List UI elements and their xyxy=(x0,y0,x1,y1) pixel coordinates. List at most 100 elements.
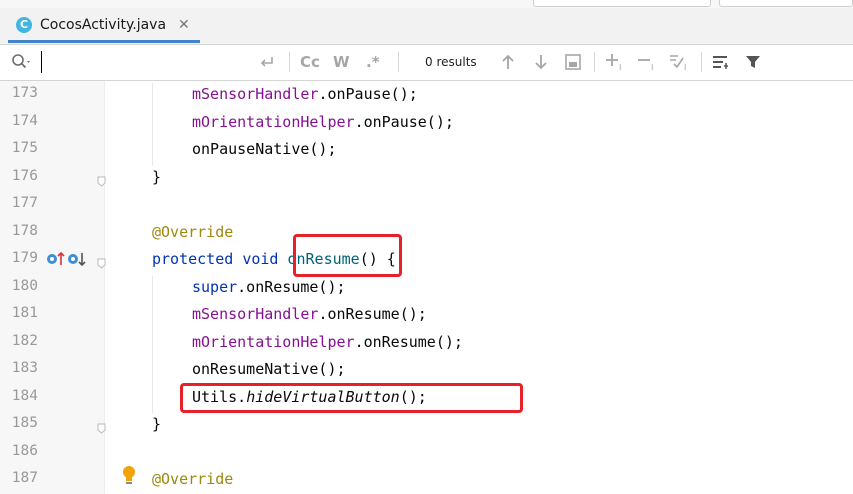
line-number: 185 xyxy=(11,415,38,431)
code-text: } xyxy=(152,415,161,433)
implements-up-icon[interactable] xyxy=(46,250,66,272)
fold-marker-icon[interactable] xyxy=(97,172,106,187)
code-line[interactable]: 178 @Override xyxy=(0,219,853,247)
code-text: super.onResume(); xyxy=(152,278,346,296)
code-line[interactable]: 182 mOrientationHelper.onResume(); xyxy=(0,329,853,357)
highlight-hidevirtualbutton-box xyxy=(180,383,523,413)
line-number: 177 xyxy=(11,195,38,211)
code-text: onPauseNative(); xyxy=(152,140,337,158)
code-line[interactable]: 183 onResumeNative(); xyxy=(0,356,853,384)
code-token: void xyxy=(242,250,279,268)
fold-marker-icon[interactable] xyxy=(97,419,106,434)
code-text: mSensorHandler.onPause(); xyxy=(152,85,418,103)
match-case-icon[interactable]: Cc xyxy=(300,51,320,73)
line-number: 178 xyxy=(11,222,38,239)
code-text: } xyxy=(152,168,161,186)
separator xyxy=(594,52,595,72)
indent-guide xyxy=(152,83,153,166)
code-token: .onResume(); xyxy=(354,332,463,351)
select-all-occurrences-icon[interactable]: I xyxy=(668,51,692,73)
search-icon[interactable] xyxy=(11,53,33,75)
indent-guide xyxy=(152,275,153,413)
code-text: @Override xyxy=(152,223,233,241)
tab-title: CocosActivity.java xyxy=(40,16,167,33)
add-occurrence-icon[interactable]: I xyxy=(604,51,628,73)
arrow-down-icon[interactable] xyxy=(533,51,549,73)
words-icon[interactable]: W xyxy=(333,51,350,73)
line-number: 175 xyxy=(11,140,38,156)
code-text: mOrientationHelper.onResume(); xyxy=(152,333,463,351)
new-line-icon[interactable] xyxy=(257,51,277,73)
line-number: 186 xyxy=(11,442,38,459)
code-token: .onPause(); xyxy=(318,85,418,103)
code-token: mOrientationHelper xyxy=(192,112,355,131)
line-number: 180 xyxy=(11,277,38,294)
line-number: 173 xyxy=(11,85,38,101)
arrow-up-icon[interactable] xyxy=(500,51,516,73)
code-token: super xyxy=(192,277,238,296)
code-text: onResumeNative(); xyxy=(152,360,346,378)
search-input[interactable] xyxy=(40,49,280,75)
code-line[interactable]: 186 xyxy=(0,439,853,467)
separator xyxy=(398,52,399,72)
highlight-onresume-box xyxy=(293,234,402,277)
filter-icon[interactable] xyxy=(744,51,762,73)
partial-tab[interactable] xyxy=(533,0,711,7)
separator xyxy=(701,52,702,72)
code-token: .onResume(); xyxy=(318,305,427,323)
separator xyxy=(289,52,290,72)
svg-text:I: I xyxy=(651,63,653,72)
code-line[interactable]: 175 onPauseNative(); xyxy=(0,136,853,164)
code-text: mSensorHandler.onResume(); xyxy=(152,305,427,323)
overridden-down-icon[interactable] xyxy=(67,250,87,272)
code-line[interactable]: 180 super.onResume(); xyxy=(0,274,853,302)
partial-tab[interactable] xyxy=(719,0,853,7)
code-line[interactable]: 174 mOrientationHelper.onPause(); xyxy=(0,109,853,137)
code-token: } xyxy=(152,167,162,186)
bulb-icon[interactable] xyxy=(122,465,136,489)
remove-occurrence-icon[interactable]: I xyxy=(636,51,660,73)
code-token: .onResume(); xyxy=(237,277,346,296)
code-line[interactable]: 181 mSensorHandler.onResume(); xyxy=(0,301,853,329)
code-editor[interactable]: 173 mSensorHandler.onPause(); 174 mOrientat… xyxy=(0,81,853,494)
editor-tab-bar: C CocosActivity.java ✕ xyxy=(0,0,853,45)
close-icon[interactable]: ✕ xyxy=(178,17,190,33)
line-number: 179 xyxy=(11,250,38,266)
code-text: @Override xyxy=(152,470,233,488)
fold-marker-icon[interactable] xyxy=(97,254,106,269)
code-token: mOrientationHelper xyxy=(192,332,355,351)
code-token: @Override xyxy=(152,470,234,488)
code-token: protected xyxy=(152,250,234,268)
code-token: .onPause(); xyxy=(354,112,454,131)
line-number: 174 xyxy=(11,112,38,129)
code-line[interactable]: 179 protected void onResume() { xyxy=(0,246,853,274)
code-token: onPauseNative(); xyxy=(192,140,337,158)
line-number: 181 xyxy=(11,305,38,321)
find-bar: Cc W .* 0 results I I I xyxy=(0,45,853,81)
line-number: 176 xyxy=(11,167,38,184)
top-strip xyxy=(0,0,853,8)
text-caret xyxy=(41,51,42,73)
code-token: onResumeNative(); xyxy=(192,360,346,378)
results-count: 0 results xyxy=(425,55,477,69)
code-text: mOrientationHelper.onPause(); xyxy=(152,113,454,131)
code-line[interactable]: 177 xyxy=(0,191,853,219)
code-token: @Override xyxy=(152,222,234,241)
filter-options-icon[interactable] xyxy=(711,51,731,73)
line-number: 187 xyxy=(11,470,38,486)
svg-text:I: I xyxy=(684,63,686,72)
open-in-window-icon[interactable] xyxy=(564,51,582,73)
code-token: mSensorHandler xyxy=(192,85,319,103)
java-class-icon: C xyxy=(16,16,32,33)
code-token: } xyxy=(152,415,162,433)
code-token: mSensorHandler xyxy=(192,305,319,323)
code-line[interactable]: 176} xyxy=(0,164,853,192)
code-line[interactable]: 185} xyxy=(0,411,853,439)
tab-cocosactivity[interactable]: C CocosActivity.java ✕ xyxy=(8,9,200,43)
regex-icon[interactable]: .* xyxy=(366,51,380,73)
line-number: 182 xyxy=(11,332,38,349)
code-line[interactable]: 173 mSensorHandler.onPause(); xyxy=(0,81,853,109)
line-number: 183 xyxy=(11,360,38,376)
line-number: 184 xyxy=(11,387,38,404)
svg-text:I: I xyxy=(619,63,621,72)
